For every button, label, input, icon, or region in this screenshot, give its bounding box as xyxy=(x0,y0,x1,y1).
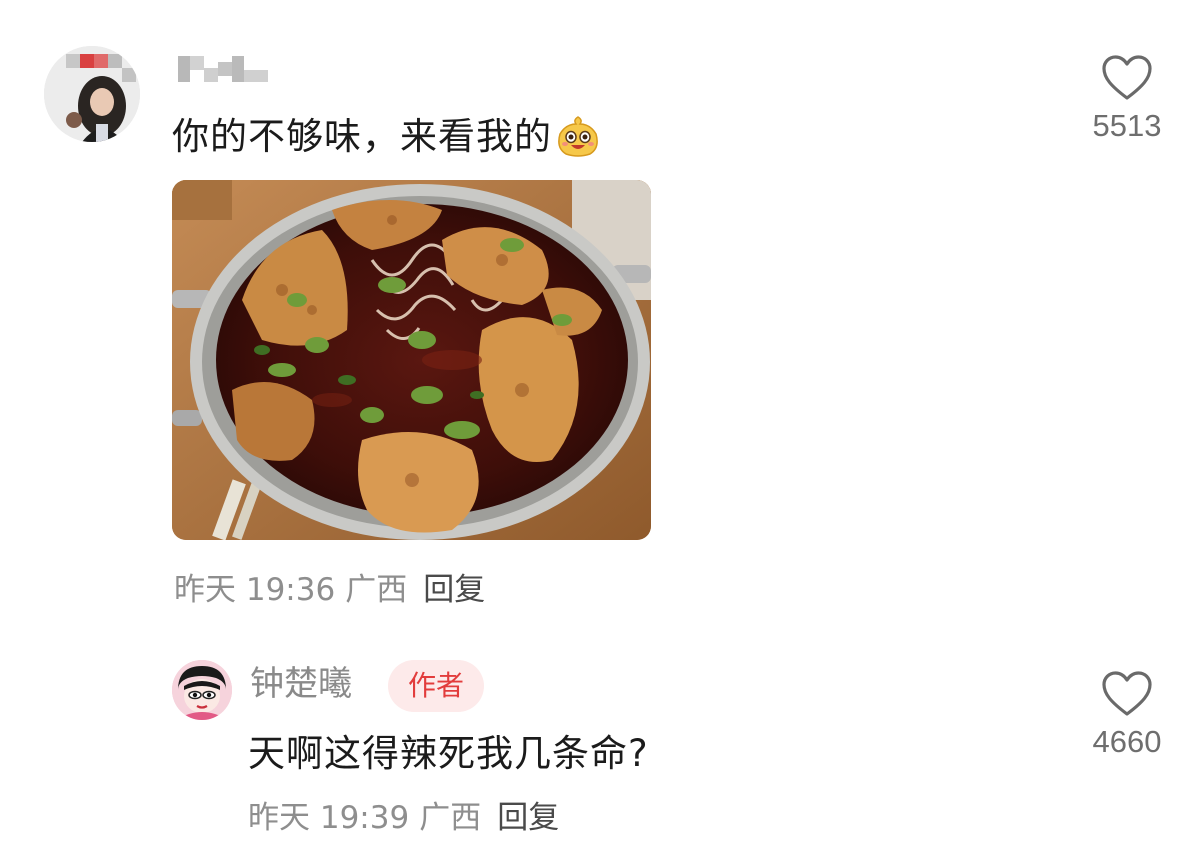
reply-like-button[interactable]: 4660 xyxy=(1082,670,1172,760)
reply-to-reply-button[interactable]: 回复 xyxy=(497,800,559,836)
commenter-avatar[interactable] xyxy=(44,46,140,142)
comment-time: 19:36 xyxy=(245,572,336,608)
reply-body: 天啊这得辣死我几条命? xyxy=(248,732,649,775)
heart-icon[interactable] xyxy=(1101,670,1153,718)
heart-icon[interactable] xyxy=(1101,54,1153,102)
author-name[interactable]: 钟楚曦 xyxy=(250,660,352,708)
comment-like-count: 5513 xyxy=(1092,108,1162,143)
author-badge: 作者 xyxy=(388,660,485,712)
smiling-bun-emoji-icon xyxy=(556,114,600,158)
reply-button[interactable]: 回复 xyxy=(423,572,485,608)
reply-like-count: 4660 xyxy=(1092,724,1162,759)
commenter-username-blurred[interactable] xyxy=(178,56,270,82)
author-avatar[interactable] xyxy=(172,660,232,720)
comment-like-button[interactable]: 5513 xyxy=(1082,54,1172,144)
reply-time: 19:39 xyxy=(319,800,410,836)
comment-image-spicy-noodle-pot[interactable] xyxy=(172,180,651,540)
reply-meta: 昨天 19:39 广西 回复 xyxy=(248,796,559,840)
comment-thread: 你的不够味，来看我的 昨天 19:36 广西 回复 5513 钟楚曦 作者 天啊… xyxy=(0,0,1200,867)
comment-body: 你的不够味，来看我的 xyxy=(172,112,600,162)
reply-location: 广西 xyxy=(419,800,482,836)
comment-location: 广西 xyxy=(345,572,408,608)
reply-date: 昨天 xyxy=(248,800,310,836)
comment-date: 昨天 xyxy=(174,572,236,608)
comment-meta: 昨天 19:36 广西 回复 xyxy=(174,568,485,612)
comment-text: 你的不够味，来看我的 xyxy=(172,115,552,158)
